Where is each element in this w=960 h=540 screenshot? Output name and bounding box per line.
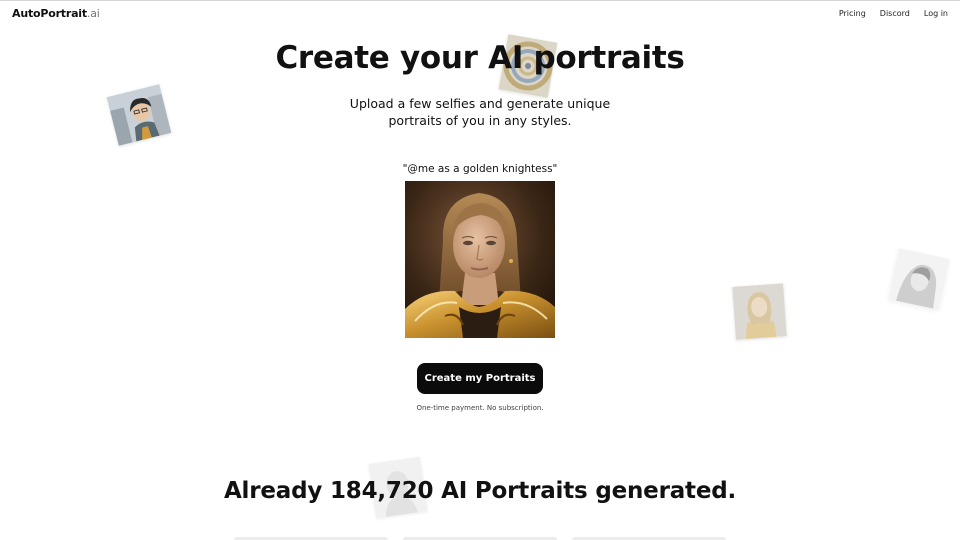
floating-portrait-blonde (732, 283, 787, 340)
brand-suffix: .ai (86, 7, 100, 20)
example-portrait-image (405, 181, 555, 338)
top-navigation-bar: AutoPortrait.ai Pricing Discord Log in (0, 0, 960, 26)
floating-portrait-sketch (888, 248, 950, 310)
hero-subtitle: Upload a few selfies and generate unique… (349, 96, 611, 128)
portraits-generated-headline: Already 184,720 AI Portraits generated. (223, 478, 737, 504)
brand-name: AutoPortrait (12, 7, 87, 20)
payment-note: One-time payment. No subscription. (416, 404, 544, 412)
hero-title: Create your AI portraits (275, 40, 685, 76)
nav-pricing-link[interactable]: Pricing (839, 9, 866, 18)
brand-logo[interactable]: AutoPortrait.ai (12, 7, 100, 20)
nav-links: Pricing Discord Log in (839, 9, 948, 18)
example-prompt-caption: "@me as a golden knightess" (402, 163, 558, 175)
floating-portrait-anime (106, 84, 172, 146)
nav-login-link[interactable]: Log in (924, 9, 948, 18)
nav-discord-link[interactable]: Discord (880, 9, 910, 18)
create-portraits-button[interactable]: Create my Portraits (417, 363, 543, 394)
